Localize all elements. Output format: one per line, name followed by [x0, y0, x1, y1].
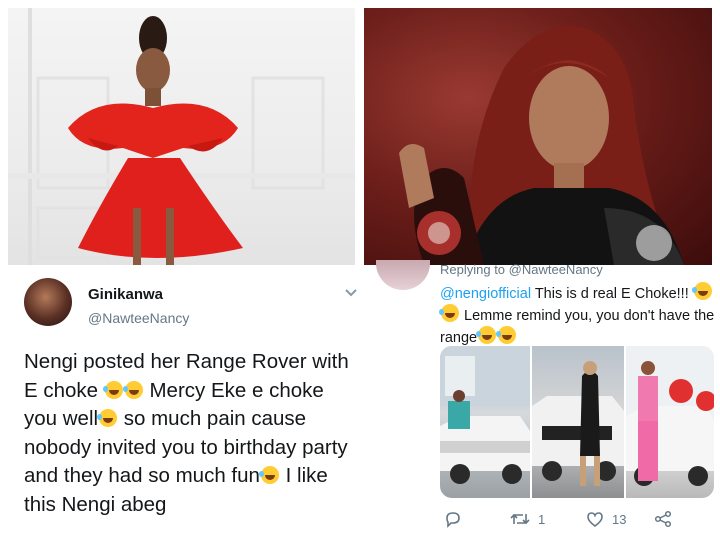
mention-link[interactable]: @nengiofficial — [440, 286, 531, 302]
retweet-button[interactable]: 1 — [510, 508, 545, 530]
laughing-emoji-icon — [102, 380, 123, 399]
red-dress-illustration — [8, 8, 355, 265]
retweet-count: 1 — [538, 511, 546, 527]
like-button[interactable]: 13 — [586, 508, 626, 530]
reply-icon — [446, 512, 460, 528]
retweet-icon — [510, 513, 530, 525]
joy-emoji-icon — [97, 409, 118, 427]
tweet-actions: 1 13 — [440, 508, 680, 530]
share-icon — [654, 510, 672, 528]
avatar[interactable] — [376, 260, 430, 290]
avatar[interactable] — [24, 278, 72, 326]
display-name[interactable]: Ginikanwa — [88, 286, 163, 303]
like-icon — [587, 511, 603, 527]
tweet-text: @nengiofficial This is d real E Choke!!!… — [439, 282, 720, 348]
joy-emoji-icon — [476, 326, 497, 344]
media-photo-white-suv-3[interactable] — [626, 346, 714, 498]
tweet-text-part: This is d real E Choke!!! — [531, 286, 693, 302]
replying-to-label[interactable]: Replying to @NawteeNancy — [440, 262, 603, 277]
white-suv-illustration — [440, 346, 530, 484]
photo-woman-red-dress — [8, 8, 355, 265]
tweet-text: Nengi posted her Range Rover with E chok… — [24, 348, 359, 519]
chevron-down-icon[interactable] — [344, 288, 358, 298]
tweet-card-left[interactable]: Ginikanwa @NawteeNancy Nengi posted her … — [8, 266, 360, 538]
photo-woman-red-hair — [364, 8, 712, 265]
media-grid[interactable] — [440, 346, 714, 498]
tweet-card-right[interactable]: Replying to @NawteeNancy @nengiofficial … — [364, 260, 720, 538]
white-suv-illustration — [532, 361, 624, 486]
white-suv-illustration — [626, 346, 714, 486]
reply-button[interactable] — [444, 508, 462, 530]
user-handle[interactable]: @NawteeNancy — [88, 310, 189, 326]
media-photo-white-suv-2[interactable] — [532, 346, 624, 498]
laughing-emoji-icon — [122, 380, 143, 399]
joy-emoji-icon — [439, 304, 459, 322]
joy-emoji-icon — [258, 466, 279, 484]
laughing-emoji-icon — [496, 326, 517, 344]
share-button[interactable] — [654, 508, 672, 530]
red-hair-illustration — [399, 26, 684, 265]
media-photo-white-suv-1[interactable] — [440, 346, 530, 498]
laughing-emoji-icon — [691, 282, 712, 300]
like-count: 13 — [612, 511, 627, 527]
